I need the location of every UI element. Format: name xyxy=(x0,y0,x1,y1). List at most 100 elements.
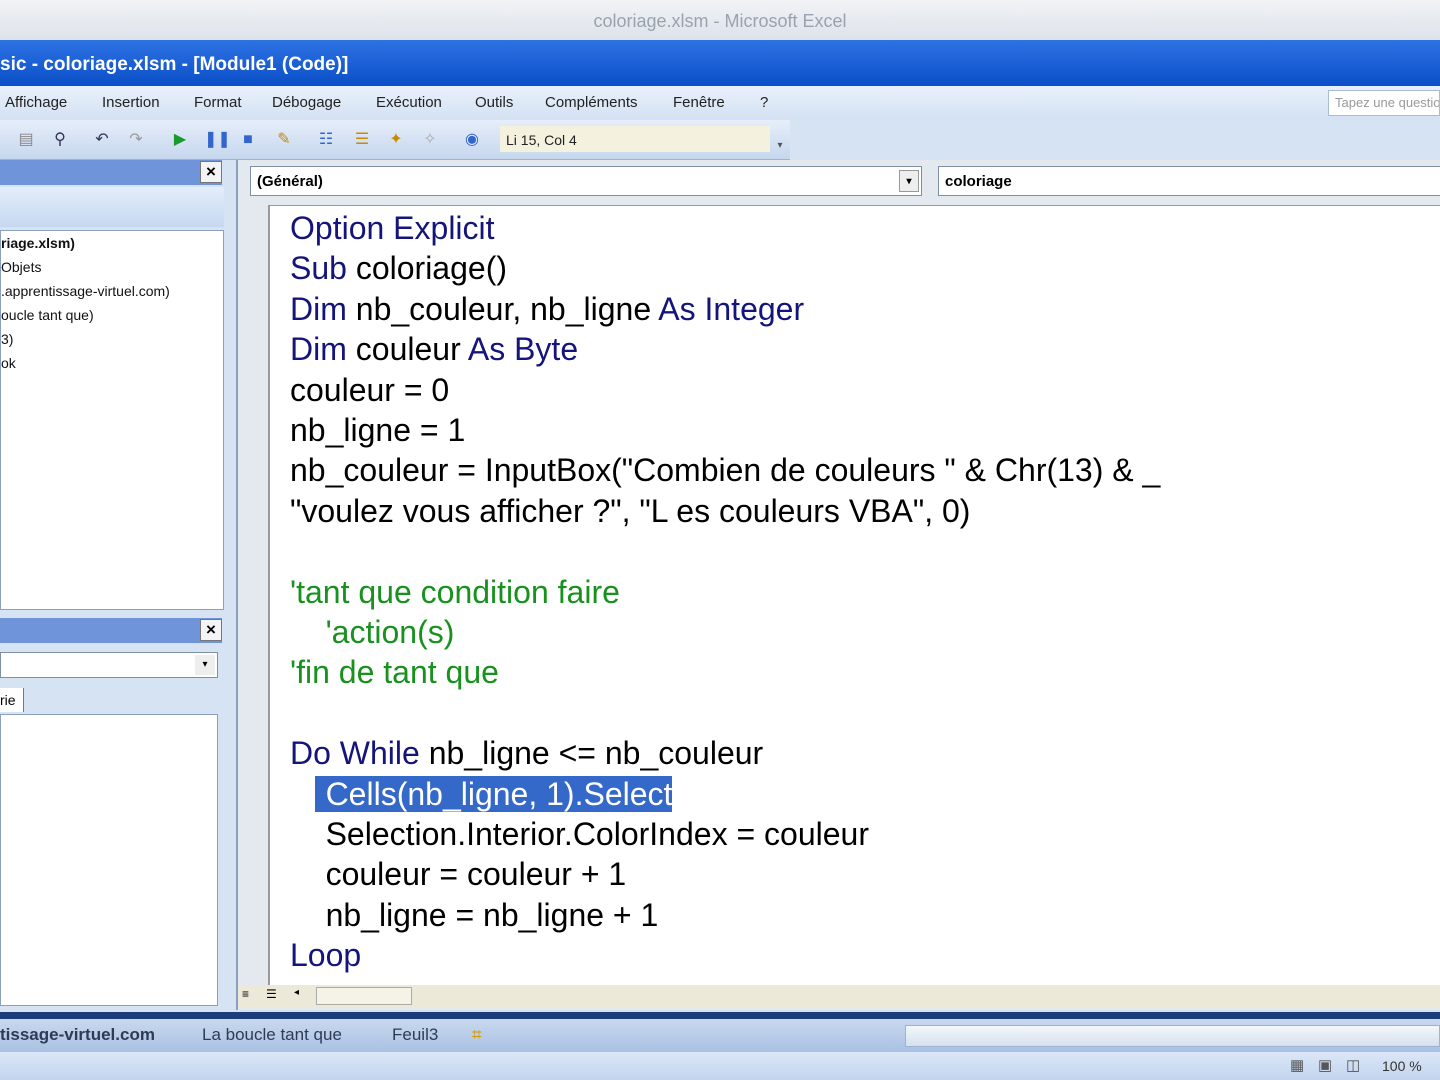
tree-item[interactable]: riage.xlsm) xyxy=(1,235,75,251)
code-line[interactable]: Sub coloriage() xyxy=(290,248,507,288)
pause-icon[interactable]: ❚❚ xyxy=(204,130,231,150)
excel-title: coloriage.xlsm - Microsoft Excel xyxy=(593,11,847,31)
toolbar-options-icon[interactable]: ▾ xyxy=(770,136,790,156)
menu-format[interactable]: Format xyxy=(194,94,242,111)
code-text: nb_ligne <= nb_couleur xyxy=(428,735,764,772)
code-line[interactable]: 'action(s) xyxy=(290,612,455,652)
tree-item[interactable]: .apprentissage-virtuel.com) xyxy=(1,283,170,299)
code-text: couleur = couleur + 1 xyxy=(290,856,627,893)
help-icon[interactable]: ◉ xyxy=(462,130,482,150)
code-keyword: Sub xyxy=(290,250,356,287)
find-icon[interactable]: ⚲ xyxy=(50,130,70,150)
scroll-left-icon[interactable]: ◂ xyxy=(294,987,314,1005)
code-line[interactable]: nb_ligne = nb_ligne + 1 xyxy=(290,895,659,935)
menu-insertion[interactable]: Insertion xyxy=(102,94,160,111)
run-icon[interactable]: ▶ xyxy=(170,130,190,150)
vbe-title-bar: sic - coloriage.xlsm - [Module1 (Code)] xyxy=(0,40,1440,86)
full-module-view-icon[interactable]: ☰ xyxy=(266,987,286,1005)
selected-text: Cells(nb_ligne, 1).Select xyxy=(314,775,673,812)
code-line[interactable]: nb_couleur = InputBox("Combien de couleu… xyxy=(290,450,1160,490)
tree-item[interactable]: ok xyxy=(1,355,16,371)
code-window: (Général) ▾ coloriage Option Explicit Sub … xyxy=(236,160,1440,1010)
code-line[interactable]: Cells(nb_ligne, 1).Select xyxy=(290,774,673,814)
code-keyword: Dim xyxy=(290,290,356,327)
project-explorer-header: × xyxy=(0,160,222,185)
chevron-down-icon[interactable]: ▾ xyxy=(195,655,215,675)
sheet-tab[interactable]: tissage-virtuel.com xyxy=(0,1025,155,1045)
vbe-title: sic - coloriage.xlsm - [Module1 (Code)] xyxy=(0,54,349,75)
status-bar: ▦ ▣ ◫ 100 % xyxy=(0,1052,1440,1080)
code-text: couleur = 0 xyxy=(290,371,450,408)
stop-icon[interactable]: ■ xyxy=(238,130,258,150)
menu-outils[interactable]: Outils xyxy=(475,94,513,111)
page-layout-icon[interactable]: ▣ xyxy=(1318,1056,1332,1074)
code-text: nb_couleur = InputBox("Combien de couleu… xyxy=(290,452,1161,489)
code-line[interactable]: nb_ligne = 1 xyxy=(290,410,465,450)
code-line[interactable]: couleur = couleur + 1 xyxy=(290,854,627,894)
toolbox-icon[interactable]: ✧ xyxy=(420,130,440,150)
code-line[interactable]: Option Explicit xyxy=(290,208,495,248)
project-toolbar xyxy=(0,187,224,227)
menu-help[interactable]: ? xyxy=(760,94,768,111)
page-break-icon[interactable]: ◫ xyxy=(1346,1056,1360,1074)
menu-execution[interactable]: Exécution xyxy=(376,94,442,111)
object-browser-icon[interactable]: ✦ xyxy=(386,130,406,150)
horizontal-scrollbar[interactable]: ≡ ☰ ◂ xyxy=(238,985,1440,1007)
normal-view-icon[interactable]: ▦ xyxy=(1290,1056,1304,1074)
code-line[interactable]: Loop xyxy=(290,935,361,975)
code-line[interactable]: "voulez vous afficher ?", "L es couleurs… xyxy=(290,491,970,531)
code-line[interactable]: Do While nb_ligne <= nb_couleur xyxy=(290,733,763,773)
tree-item[interactable]: Objets xyxy=(1,259,41,275)
properties-object-select[interactable]: ▾ xyxy=(0,652,218,678)
sheet-tab[interactable]: La boucle tant que xyxy=(202,1025,342,1045)
sheet-tabs: tissage-virtuel.com La boucle tant que F… xyxy=(0,1019,1440,1052)
code-comment: 'action(s) xyxy=(290,614,455,650)
code-keyword: Dim xyxy=(290,331,356,368)
code-line[interactable]: 'fin de tant que xyxy=(290,652,499,692)
insert-sheet-icon[interactable]: ⌗ xyxy=(472,1025,482,1045)
properties-header: × xyxy=(0,618,222,643)
tree-item[interactable]: 3) xyxy=(1,331,13,347)
close-icon[interactable]: × xyxy=(200,161,222,183)
properties-tab[interactable]: rie xyxy=(0,688,24,712)
object-combo[interactable]: (Général) ▾ xyxy=(250,166,922,196)
menu-debogage[interactable]: Débogage xyxy=(272,94,341,111)
properties-list xyxy=(0,714,218,1006)
undo-icon[interactable]: ↶ xyxy=(92,130,112,150)
code-keyword: As Integer xyxy=(658,290,805,327)
paste-icon[interactable]: ▤ xyxy=(16,130,36,150)
menu-affichage[interactable]: Affichage xyxy=(5,94,67,111)
code-keyword: Do While xyxy=(290,735,429,772)
code-line[interactable]: Dim couleur As Byte xyxy=(290,329,578,369)
sheet-horizontal-scrollbar[interactable] xyxy=(905,1025,1440,1047)
code-text: Selection.Interior.ColorIndex = couleur xyxy=(290,816,869,852)
zoom-level[interactable]: 100 % xyxy=(1382,1058,1422,1074)
properties-icon[interactable]: ☰ xyxy=(352,130,372,150)
code-line[interactable]: 'tant que condition faire xyxy=(290,572,620,612)
procedure-combo[interactable]: coloriage xyxy=(938,166,1440,196)
code-keyword: As Byte xyxy=(467,331,579,368)
procedure-view-icon[interactable]: ≡ xyxy=(242,987,262,1005)
menu-complements[interactable]: Compléments xyxy=(545,94,638,111)
code-line[interactable]: Selection.Interior.ColorIndex = couleur xyxy=(290,814,869,854)
project-tree: riage.xlsm) Objets .apprentissage-virtue… xyxy=(0,230,224,610)
code-comment: 'fin de tant que xyxy=(290,654,499,691)
scroll-thumb[interactable] xyxy=(316,987,412,1005)
help-search-input[interactable]: Tapez une question xyxy=(1328,90,1440,116)
code-editor[interactable]: Option Explicit Sub coloriage() Dim nb_cou… xyxy=(268,205,1440,985)
code-text: nb_ligne = 1 xyxy=(290,412,466,448)
code-line[interactable]: Dim nb_couleur, nb_ligne As Integer xyxy=(290,289,804,329)
cursor-position: Li 15, Col 4 xyxy=(500,126,770,152)
redo-icon[interactable]: ↷ xyxy=(126,130,146,150)
code-text: nb_ligne = nb_ligne + 1 xyxy=(290,896,659,933)
sheet-tab[interactable]: Feuil3 xyxy=(392,1025,438,1045)
design-mode-icon[interactable]: ✎ xyxy=(274,130,294,150)
close-icon[interactable]: × xyxy=(200,619,222,641)
code-keyword: Loop xyxy=(290,937,362,974)
code-line[interactable]: couleur = 0 xyxy=(290,370,449,410)
chevron-down-icon[interactable]: ▾ xyxy=(899,170,919,192)
project-explorer-icon[interactable]: ☷ xyxy=(316,130,336,150)
menu-fenetre[interactable]: Fenêtre xyxy=(673,94,725,111)
code-text: couleur xyxy=(355,331,468,368)
tree-item[interactable]: oucle tant que) xyxy=(1,307,94,323)
